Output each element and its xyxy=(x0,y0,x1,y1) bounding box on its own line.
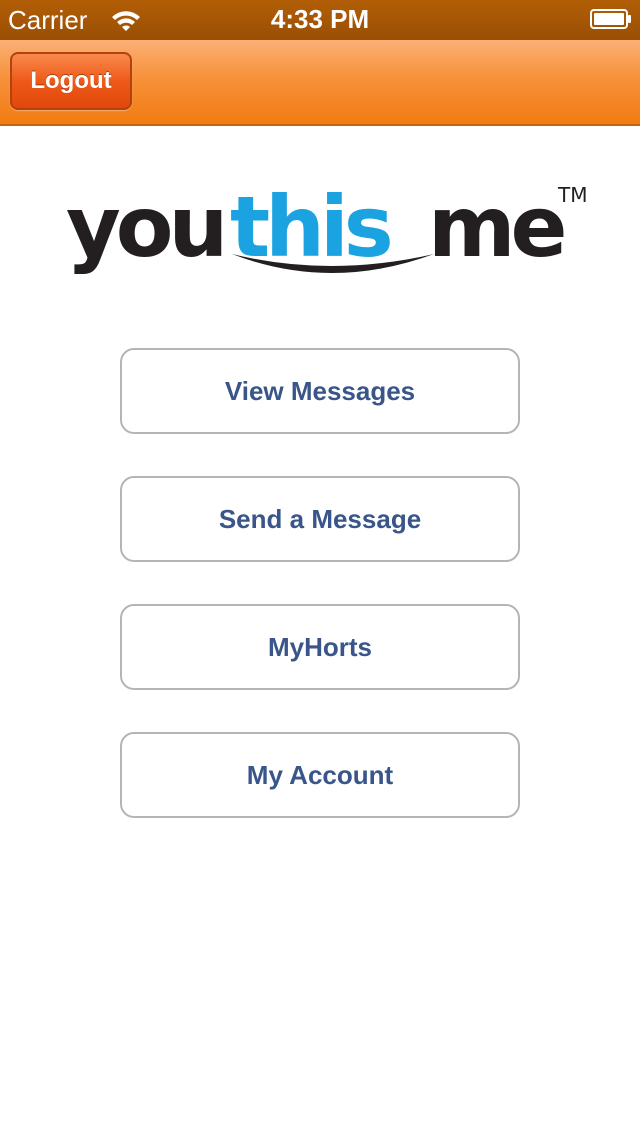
view-messages-button[interactable]: View Messages xyxy=(120,348,520,434)
logout-button[interactable]: Logout xyxy=(10,52,132,110)
my-account-button[interactable]: My Account xyxy=(120,732,520,818)
myhorts-button[interactable]: MyHorts xyxy=(120,604,520,690)
status-time: 4:33 PM xyxy=(270,4,370,34)
send-message-button[interactable]: Send a Message xyxy=(120,476,520,562)
youthisme-logo: you this me TM xyxy=(66,178,587,276)
logo-text-me: me xyxy=(428,178,564,276)
logo-text-you: you xyxy=(66,178,223,276)
battery-icon xyxy=(590,9,631,29)
logo-trademark: TM xyxy=(557,183,587,207)
navigation-bar: Logout xyxy=(0,40,640,126)
status-bar: Carrier 4:33 PM xyxy=(0,0,640,40)
